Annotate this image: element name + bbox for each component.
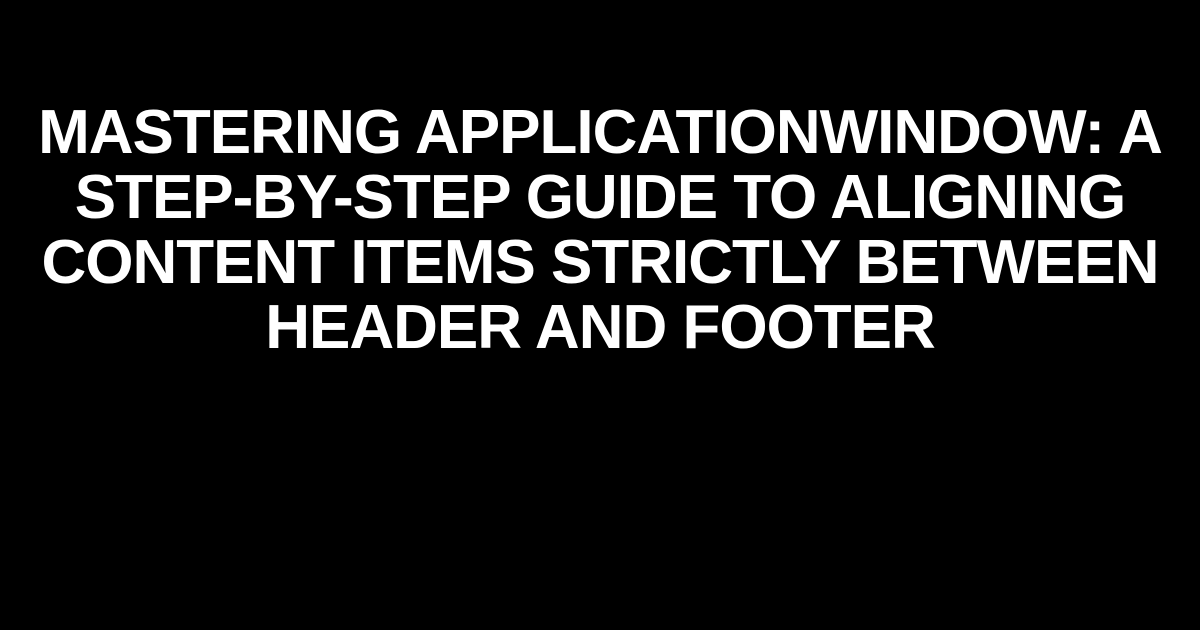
page-title: Mastering ApplicationWindow: A Step-by-S… xyxy=(30,100,1170,360)
